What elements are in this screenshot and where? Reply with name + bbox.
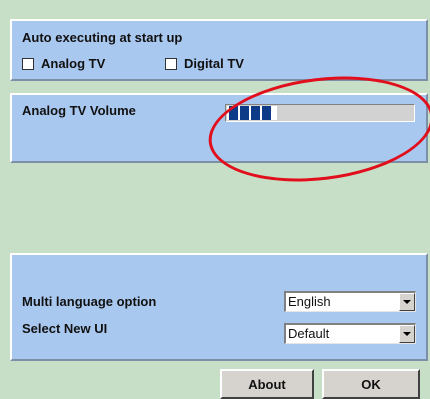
analog-tv-checkbox-row[interactable]: Analog TV — [22, 56, 105, 71]
chevron-down-icon[interactable] — [399, 293, 415, 311]
volume-level-block — [229, 106, 238, 120]
ui-label: Select New UI — [22, 321, 108, 336]
analog-tv-label: Analog TV — [41, 56, 106, 71]
ok-button[interactable]: OK — [322, 369, 420, 399]
analog-tv-checkbox[interactable] — [22, 57, 34, 70]
volume-level-block — [262, 106, 271, 120]
digital-tv-label: Digital TV — [184, 56, 244, 71]
auto-exec-title: Auto executing at start up — [22, 30, 183, 45]
digital-tv-checkbox-row[interactable]: Digital TV — [165, 56, 244, 71]
chevron-down-icon[interactable] — [399, 325, 415, 343]
volume-level-block — [251, 106, 260, 120]
language-select-value: English — [288, 294, 331, 309]
volume-slider[interactable] — [225, 104, 415, 122]
volume-level-block — [240, 106, 249, 120]
ui-select[interactable]: Default — [284, 323, 416, 344]
top-strip — [0, 0, 430, 10]
auto-exec-panel: Auto executing at start up Analog TV Dig… — [10, 19, 428, 81]
volume-label: Analog TV Volume — [22, 103, 136, 118]
digital-tv-checkbox[interactable] — [165, 57, 177, 70]
language-select[interactable]: English — [284, 291, 416, 312]
about-button[interactable]: About — [220, 369, 314, 399]
language-label: Multi language option — [22, 294, 157, 309]
ui-select-value: Default — [288, 326, 330, 341]
